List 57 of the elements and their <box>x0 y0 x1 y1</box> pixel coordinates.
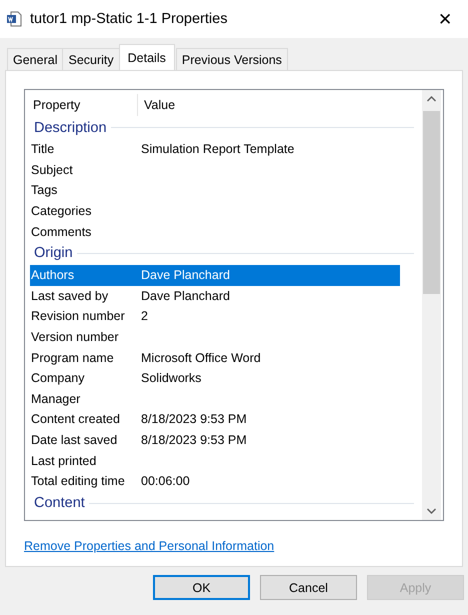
property-name: Comments <box>30 224 92 239</box>
property-row[interactable]: Categories <box>30 200 400 222</box>
property-row[interactable]: Manager <box>30 388 400 410</box>
property-value: Solidworks <box>141 371 202 386</box>
property-value: Microsoft Office Word <box>141 350 261 365</box>
property-name: Title <box>30 142 56 156</box>
property-row[interactable]: Version number <box>30 326 400 348</box>
window-title: tutor1 mp-Static 1-1 Properties <box>30 11 228 27</box>
property-name: Authors <box>30 268 76 282</box>
property-value: 8/18/2023 9:53 PM <box>141 412 247 426</box>
scrollbar[interactable] <box>422 90 441 520</box>
property-name: Revision number <box>30 309 126 324</box>
property-row[interactable]: Subject <box>30 160 400 180</box>
property-name: Version number <box>30 330 120 344</box>
property-row[interactable]: Tags <box>30 180 400 201</box>
tab[interactable]: Previous Versions <box>176 48 288 70</box>
property-name: Total editing time <box>30 474 126 488</box>
property-row[interactable]: Authors Dave Planchard <box>30 264 400 286</box>
tab[interactable]: Details <box>118 44 175 70</box>
tab[interactable]: Security <box>62 48 120 70</box>
property-row[interactable]: Last saved by Dave Planchard <box>30 286 400 306</box>
property-row[interactable]: Content created 8/18/2023 9:53 PM <box>30 409 400 430</box>
group-heading: Description <box>34 120 107 136</box>
property-name: Manager <box>30 392 82 406</box>
dialog-button[interactable]: OK <box>153 575 250 600</box>
property-name: Program name <box>30 350 115 365</box>
property-name: Tags <box>30 183 58 198</box>
property-value: 2 <box>141 309 148 324</box>
property-value: Dave Planchard <box>141 288 230 303</box>
property-name: Date last saved <box>30 433 118 448</box>
tab[interactable]: General <box>7 48 64 70</box>
property-name: Content created <box>30 412 121 426</box>
document-icon <box>6 11 22 27</box>
property-value: 8/18/2023 9:53 PM <box>141 433 247 448</box>
property-row[interactable]: Title Simulation Report Template <box>30 139 400 160</box>
property-name: Subject <box>30 162 74 177</box>
property-value: Dave Planchard <box>141 268 230 282</box>
column-header[interactable]: Property <box>30 94 138 116</box>
property-row[interactable]: Total editing time 00:06:00 <box>30 470 400 492</box>
property-row[interactable]: Date last saved 8/18/2023 9:53 PM <box>30 430 400 450</box>
property-row[interactable]: Last printed <box>30 450 400 471</box>
property-name: Last printed <box>30 454 98 468</box>
property-row[interactable]: Company Solidworks <box>30 368 400 389</box>
remove-properties-link[interactable]: Remove Properties and Personal Information <box>24 539 274 553</box>
property-row[interactable]: Revision number 2 <box>30 306 400 327</box>
property-row[interactable]: Program name Microsoft Office Word <box>30 347 400 368</box>
property-row[interactable]: Comments <box>30 221 400 242</box>
column-header[interactable]: Value <box>138 98 176 112</box>
dialog-button[interactable]: Cancel <box>260 575 357 600</box>
close-button[interactable]: ✕ <box>422 0 468 38</box>
property-value: Simulation Report Template <box>141 142 294 156</box>
property-name: Categories <box>30 204 92 218</box>
property-name: Last saved by <box>30 288 110 303</box>
group-heading: Content <box>34 495 85 511</box>
group-heading: Origin <box>34 245 73 262</box>
property-name: Company <box>30 371 86 386</box>
property-value: 00:06:00 <box>141 474 190 488</box>
